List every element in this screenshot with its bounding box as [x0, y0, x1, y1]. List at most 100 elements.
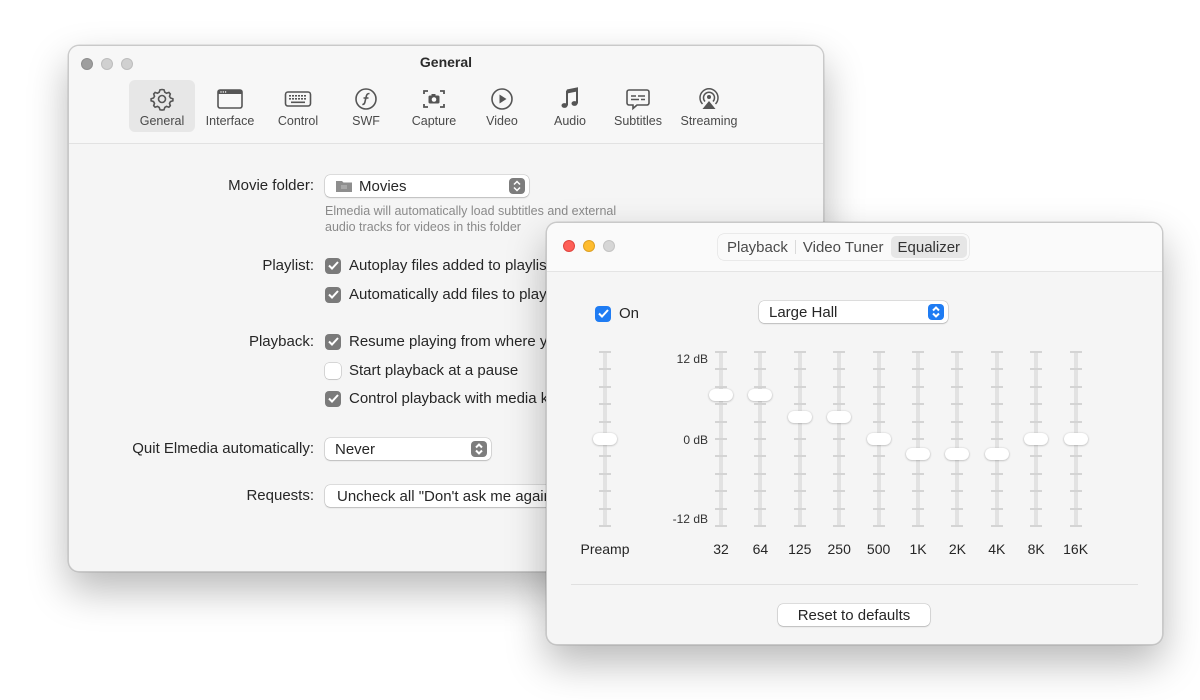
- tab-video[interactable]: Video: [469, 80, 535, 132]
- tab-playback[interactable]: Playback: [720, 236, 795, 258]
- prefs-toolbar: General Interface Control SWF Capture Vi…: [129, 80, 745, 132]
- slider-tick: [990, 472, 1003, 475]
- tab-capture[interactable]: Capture: [401, 80, 467, 132]
- keyboard-icon: [284, 91, 312, 107]
- tab-video-tuner[interactable]: Video Tuner: [796, 236, 891, 258]
- start-paused-checkbox-row[interactable]: Start playback at a pause: [325, 362, 518, 379]
- tab-control[interactable]: Control: [265, 80, 331, 132]
- preamp-slider[interactable]: [593, 351, 617, 527]
- slider-tick: [1030, 403, 1043, 406]
- tab-interface[interactable]: Interface: [197, 80, 263, 132]
- slider-tick: [872, 490, 885, 493]
- slider-tick: [912, 490, 924, 493]
- slider-tick: [833, 472, 846, 475]
- band-label: 16K: [1063, 541, 1089, 557]
- band-slider-250[interactable]: [827, 351, 852, 527]
- checkbox-label: Automatically add files to playlist: [349, 286, 565, 303]
- slider-thumb[interactable]: [709, 389, 733, 401]
- tab-subtitles[interactable]: Subtitles: [605, 80, 671, 132]
- slider-tick: [1030, 368, 1043, 371]
- popup-stepper-icon: [471, 441, 487, 457]
- slider-tick: [872, 455, 885, 458]
- tab-equalizer[interactable]: Equalizer: [890, 236, 968, 258]
- slider-tick: [754, 472, 767, 475]
- slider-tick: [754, 490, 767, 493]
- slider-thumb[interactable]: [906, 447, 930, 460]
- slider-tick: [912, 507, 924, 510]
- checkbox-checked[interactable]: [325, 333, 341, 350]
- slider-thumb[interactable]: [866, 433, 891, 445]
- slider-thumb[interactable]: [984, 447, 1009, 460]
- slider-tick: [754, 507, 767, 510]
- popup-stepper-icon: [928, 304, 944, 320]
- checkbox-checked[interactable]: [595, 305, 611, 322]
- window-title: General: [419, 54, 473, 70]
- close-button[interactable]: [563, 240, 575, 252]
- slider-tick: [1069, 507, 1082, 510]
- quit-automatically-popup[interactable]: Never: [325, 438, 491, 460]
- slider-tick: [793, 455, 806, 458]
- slider-thumb[interactable]: [748, 389, 773, 401]
- help-line: Elmedia will automatically load subtitle…: [325, 204, 617, 218]
- slider-thumb[interactable]: [787, 411, 812, 423]
- db-label-top: 12 dB: [676, 352, 708, 366]
- checkbox-checked[interactable]: [325, 257, 341, 274]
- movie-folder-popup[interactable]: Movies: [325, 175, 529, 197]
- slider-tick: [990, 351, 1003, 353]
- band-slider-32[interactable]: [709, 351, 733, 527]
- tab-swf[interactable]: SWF: [333, 80, 399, 132]
- slider-tick: [833, 490, 846, 493]
- uncheck-dont-ask-button[interactable]: Uncheck all "Don't ask me again": [325, 485, 565, 507]
- slider-tick: [754, 455, 767, 458]
- band-slider-2k[interactable]: [945, 351, 970, 527]
- zoom-button[interactable]: [603, 240, 615, 252]
- slider-tick: [715, 368, 727, 371]
- checkbox-checked[interactable]: [325, 286, 341, 303]
- slider-thumb[interactable]: [593, 433, 617, 445]
- equalizer-window: Playback Video Tuner Equalizer On Large …: [546, 222, 1163, 645]
- minimize-button[interactable]: [583, 240, 595, 252]
- slider-tick: [715, 472, 727, 475]
- slider-tick: [990, 420, 1003, 423]
- slider-thumb[interactable]: [1063, 433, 1088, 445]
- tab-streaming[interactable]: Streaming: [673, 80, 745, 132]
- slider-thumb[interactable]: [945, 447, 970, 460]
- slider-tick: [793, 507, 806, 510]
- band-slider-16k[interactable]: [1063, 351, 1088, 527]
- flash-icon: [355, 88, 377, 110]
- band-slider-500[interactable]: [866, 351, 891, 527]
- airplay-icon: [699, 88, 719, 109]
- subtitles-bubble-icon: [626, 89, 650, 111]
- gear-icon: [150, 88, 174, 111]
- slider-tick: [990, 525, 1003, 527]
- eq-on-checkbox-row[interactable]: On: [595, 305, 639, 322]
- slider-tick: [1069, 368, 1082, 371]
- band-label: 1K: [909, 541, 927, 557]
- slider-thumb[interactable]: [827, 411, 852, 423]
- media-keys-checkbox-row[interactable]: Control playback with media keys: [325, 390, 572, 407]
- eq-preset-popup[interactable]: Large Hall: [759, 301, 948, 323]
- auto-add-checkbox-row[interactable]: Automatically add files to playlist: [325, 286, 565, 303]
- reset-to-defaults-button[interactable]: Reset to defaults: [778, 604, 930, 626]
- slider-tick: [912, 368, 924, 371]
- autoplay-checkbox-row[interactable]: Autoplay files added to playlist: [325, 257, 551, 274]
- tab-label: Audio: [554, 114, 586, 128]
- tab-general[interactable]: General: [129, 80, 195, 132]
- band-slider-64[interactable]: [748, 351, 773, 527]
- slider-tick: [715, 455, 727, 458]
- band-slider-4k[interactable]: [984, 351, 1009, 527]
- tab-audio[interactable]: Audio: [537, 80, 603, 132]
- slider-thumb[interactable]: [1024, 433, 1049, 445]
- band-slider-1k[interactable]: [906, 351, 930, 527]
- band-slider-8k[interactable]: [1024, 351, 1049, 527]
- slider-tick: [1069, 420, 1082, 423]
- preset-value: Large Hall: [769, 303, 838, 321]
- slider-tick: [793, 438, 806, 440]
- slider-tick: [599, 472, 611, 475]
- slider-tick: [715, 403, 727, 406]
- band-slider-125[interactable]: [787, 351, 812, 527]
- slider-tick: [951, 507, 964, 510]
- movie-folder-value: Movies: [359, 177, 407, 195]
- checkbox-checked[interactable]: [325, 390, 341, 407]
- checkbox-unchecked[interactable]: [325, 362, 341, 379]
